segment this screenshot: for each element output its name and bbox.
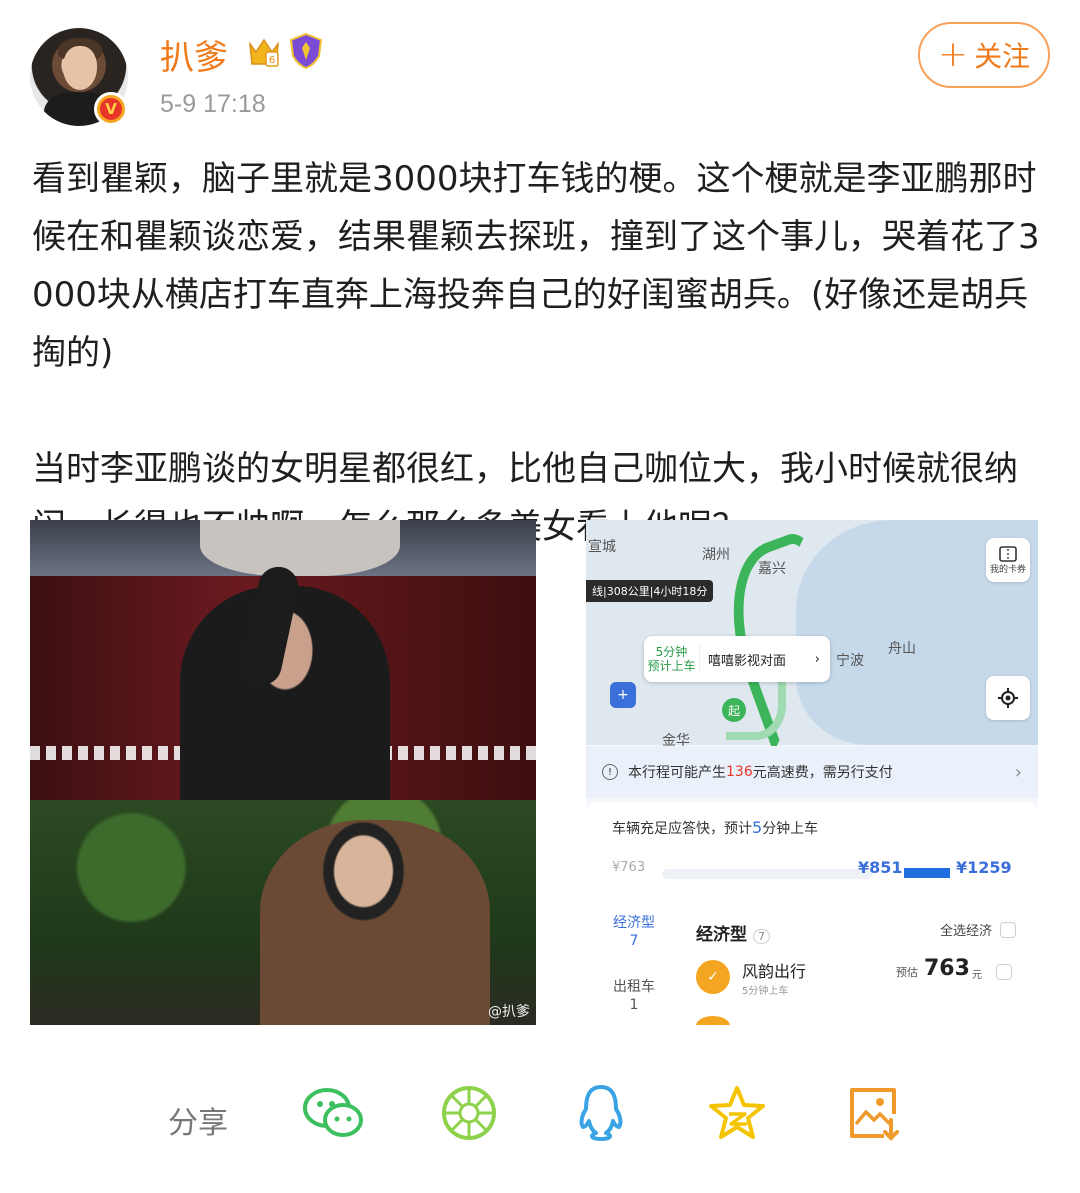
share-bar: 分享 [0,1080,1080,1160]
side-tab-economy: 经济型 7 [613,915,655,949]
ride-est-label: 预估 [896,966,918,979]
follow-button[interactable]: + 关注 [918,22,1050,88]
start-pin-icon: 起 [722,698,746,722]
post-body: 看到瞿颖，脑子里就是3000块打车钱的梗。这个梗就是李亚鹏那时候在和瞿颖谈恋爱，… [32,150,1048,556]
post-image-ride-screenshot[interactable]: 宣城 湖州 嘉兴 宁波 舟山 金华 线|308公里|4小时18分 5分钟 预计上… [586,520,1038,1025]
checkbox-icon [1000,921,1016,938]
shield-badge-icon [289,32,323,70]
destination-name: 嘻嘻影视对面 [708,653,787,669]
pickup-estimate: 车辆充足应答快，预计5分钟上车 [612,818,819,837]
next-ride-logo-icon [696,1016,730,1025]
select-all-economy: 全选经济 [940,920,1016,939]
qq-icon[interactable] [568,1080,634,1146]
ride-unit: 元 [972,970,982,981]
ride-price: 763 [924,956,970,981]
price-high: ¥1259 [956,858,1012,877]
chevron-right-icon: › [1014,761,1022,783]
locate-icon [998,688,1018,708]
follow-button-label: 关注 [974,40,1031,73]
price-mid: ¥851 [858,858,903,877]
ride-option-row: ✓ 风韵出行 5分钟上车 预估 763 元 [696,956,1016,1002]
map-label: 宁波 [836,653,864,669]
coupon-label: 我的卡券 [989,564,1026,575]
safety-shield-icon: + [610,682,636,708]
verified-badge-icon: V [94,92,128,126]
verified-badge-letter: V [100,98,122,120]
toll-suffix: 元高速费，需另行支付 [752,765,893,781]
info-icon: ! [602,764,618,780]
crown-badge-icon: 6 [248,38,280,67]
coupon-button: 我的卡券 [986,538,1030,582]
qzone-icon[interactable] [704,1080,770,1146]
ride-sub: 5分钟上车 [742,986,789,997]
post-paragraph-1: 看到瞿颖，脑子里就是3000块打车钱的梗。这个梗就是李亚鹏那时候在和瞿颖谈恋爱，… [32,159,1040,373]
price-range-bar: ¥763 ¥851 ¥1259 [612,858,1012,886]
route-summary-chip: 线|308公里|4小时18分 [586,580,714,602]
map-label: 湖州 [702,547,730,563]
fengyun-logo-icon: ✓ [696,960,730,994]
locate-button [986,676,1030,720]
ride-options-panel: 车辆充足应答快，预计5分钟上车 ¥763 ¥851 ¥1259 经济型 7 出租… [586,802,1038,1025]
side-tab-taxi: 出租车 1 [613,979,655,1013]
map-label: 舟山 [888,641,916,657]
map-label: 嘉兴 [758,561,786,577]
post-image-collage[interactable]: @扒爹 [30,520,536,1025]
save-image-icon[interactable] [840,1080,906,1146]
image-watermark: @扒爹 [488,1004,530,1020]
ticket-icon [999,545,1017,562]
map-area: 宣城 湖州 嘉兴 宁波 舟山 金华 线|308公里|4小时18分 5分钟 预计上… [586,520,1038,753]
moments-icon[interactable] [436,1080,502,1146]
avatar-face [63,46,97,90]
toll-prefix: 本行程可能产生 [628,765,726,781]
toll-notice: ! 本行程可能产生 136 元高速费，需另行支付 › [586,746,1038,798]
plus-icon: + [937,34,969,75]
share-label: 分享 [168,1106,228,1141]
eta-label: 预计上车 [647,659,696,673]
category-title: 经济型 7 [696,920,770,945]
toll-amount: 136 [726,764,753,780]
ride-name: 风韵出行 [742,962,807,981]
price-low: ¥763 [612,860,646,875]
map-label: 宣城 [588,539,616,555]
collage-photo-stage [30,563,536,800]
collage-photo-garden [30,800,536,1025]
chevron-right-icon: › [814,651,820,667]
post-timestamp: 5-9 17:18 [160,90,266,118]
category-count: 7 [753,929,770,944]
checkbox-icon [996,964,1012,980]
destination-chip: 5分钟 预计上车 嘻嘻影视对面 › [644,636,830,682]
wechat-icon[interactable] [300,1080,366,1146]
author-name[interactable]: 扒爹 [160,30,228,79]
eta-minutes: 5分钟 [655,645,688,659]
crown-badge-number: 6 [269,55,275,66]
